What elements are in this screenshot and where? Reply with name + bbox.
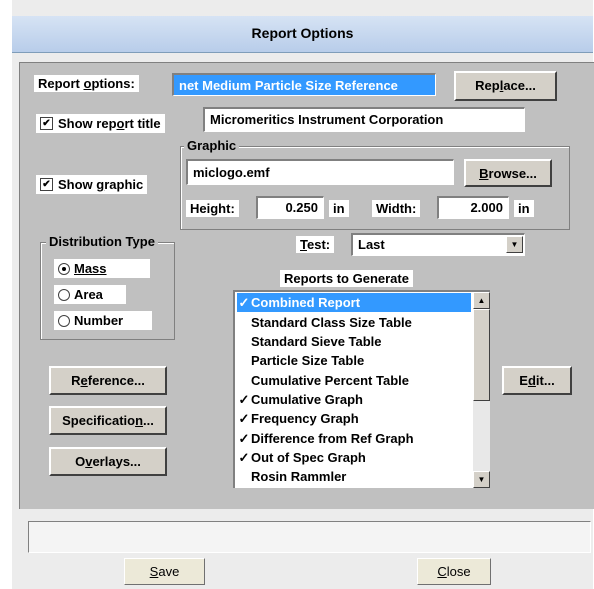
check-icon: ✓ bbox=[238, 392, 250, 407]
scroll-thumb[interactable] bbox=[473, 309, 490, 401]
list-item[interactable]: Particle Size Table bbox=[237, 351, 471, 370]
report-title-field[interactable]: Micromeritics Instrument Corporation bbox=[203, 107, 525, 132]
list-item[interactable]: Rosin Rammler bbox=[237, 467, 471, 486]
radio-mass[interactable]: Mass bbox=[54, 259, 150, 278]
list-item[interactable]: ✓ Difference from Ref Graph bbox=[237, 429, 471, 448]
height-field[interactable]: 0.250 bbox=[256, 196, 324, 219]
radio-unselected-icon bbox=[58, 288, 70, 301]
width-field[interactable]: 2.000 bbox=[437, 196, 509, 219]
list-item[interactable]: ✓ Out of Spec Graph bbox=[237, 448, 471, 467]
distribution-type-label: Distribution Type bbox=[46, 234, 158, 249]
reference-button[interactable]: Reference... bbox=[49, 366, 167, 395]
check-icon: ✓ bbox=[238, 295, 250, 310]
radio-unselected-icon bbox=[58, 314, 70, 327]
browse-button[interactable]: Browse... bbox=[464, 159, 552, 187]
status-bar bbox=[28, 521, 591, 553]
chevron-down-icon[interactable]: ▼ bbox=[506, 236, 523, 253]
check-icon: ✓ bbox=[238, 450, 250, 465]
radio-number-label: Number bbox=[74, 313, 124, 328]
radio-area[interactable]: Area bbox=[54, 285, 126, 304]
title-bar: Report Options bbox=[12, 16, 593, 53]
list-scrollbar[interactable]: ▲ ▼ bbox=[473, 292, 490, 488]
dialog-title: Report Options bbox=[251, 25, 354, 41]
list-item[interactable]: Cumulative Percent Table bbox=[237, 371, 471, 390]
radio-mass-label: Mass bbox=[74, 261, 107, 276]
radio-number[interactable]: Number bbox=[54, 311, 152, 330]
list-item[interactable]: ✓ Frequency Graph bbox=[237, 409, 471, 428]
width-label: Width: bbox=[372, 200, 421, 217]
list-item[interactable]: Standard Class Size Table bbox=[237, 313, 471, 332]
show-graphic-label: Show graphic bbox=[58, 177, 144, 192]
edit-button[interactable]: Edit... bbox=[502, 366, 572, 395]
height-unit: in bbox=[329, 200, 349, 217]
test-label: Test: bbox=[296, 236, 335, 253]
radio-area-label: Area bbox=[74, 287, 103, 302]
list-item[interactable]: Standard Sieve Table bbox=[237, 332, 471, 351]
graphic-group-label: Graphic bbox=[184, 138, 240, 153]
overlays-button[interactable]: Overlays... bbox=[49, 447, 167, 476]
radio-selected-icon bbox=[58, 262, 70, 275]
reports-to-generate-label: Reports to Generate bbox=[280, 270, 413, 287]
report-options-field[interactable]: net Medium Particle Size Reference bbox=[172, 73, 436, 96]
list-item[interactable]: ✓ Cumulative Graph bbox=[237, 390, 471, 409]
checkbox-mark-icon: ✔ bbox=[40, 117, 53, 130]
close-button[interactable]: Close bbox=[417, 558, 491, 585]
height-label: Height: bbox=[186, 200, 239, 217]
check-icon: ✓ bbox=[238, 411, 250, 426]
replace-button[interactable]: Replace... bbox=[454, 71, 557, 101]
scroll-down-icon[interactable]: ▼ bbox=[473, 471, 490, 488]
test-select[interactable]: Last ▼ bbox=[351, 233, 525, 256]
reports-list[interactable]: ✓ Combined Report Standard Class Size Tab… bbox=[233, 290, 490, 488]
test-select-value: Last bbox=[358, 237, 385, 252]
list-item[interactable]: ✓ Combined Report bbox=[237, 293, 471, 312]
scroll-up-icon[interactable]: ▲ bbox=[473, 292, 490, 309]
show-graphic-checkbox[interactable]: ✔ Show graphic bbox=[36, 175, 148, 194]
checkbox-mark-icon: ✔ bbox=[40, 178, 53, 191]
report-options-label: Report options: bbox=[34, 75, 139, 92]
specification-button[interactable]: Specification... bbox=[49, 406, 167, 435]
show-report-title-label: Show report title bbox=[58, 116, 161, 131]
width-unit: in bbox=[514, 200, 534, 217]
show-report-title-checkbox[interactable]: ✔ Show report title bbox=[36, 114, 165, 133]
save-button[interactable]: Save bbox=[124, 558, 205, 585]
graphic-file-field[interactable]: miclogo.emf bbox=[186, 159, 454, 185]
check-icon: ✓ bbox=[238, 431, 250, 446]
